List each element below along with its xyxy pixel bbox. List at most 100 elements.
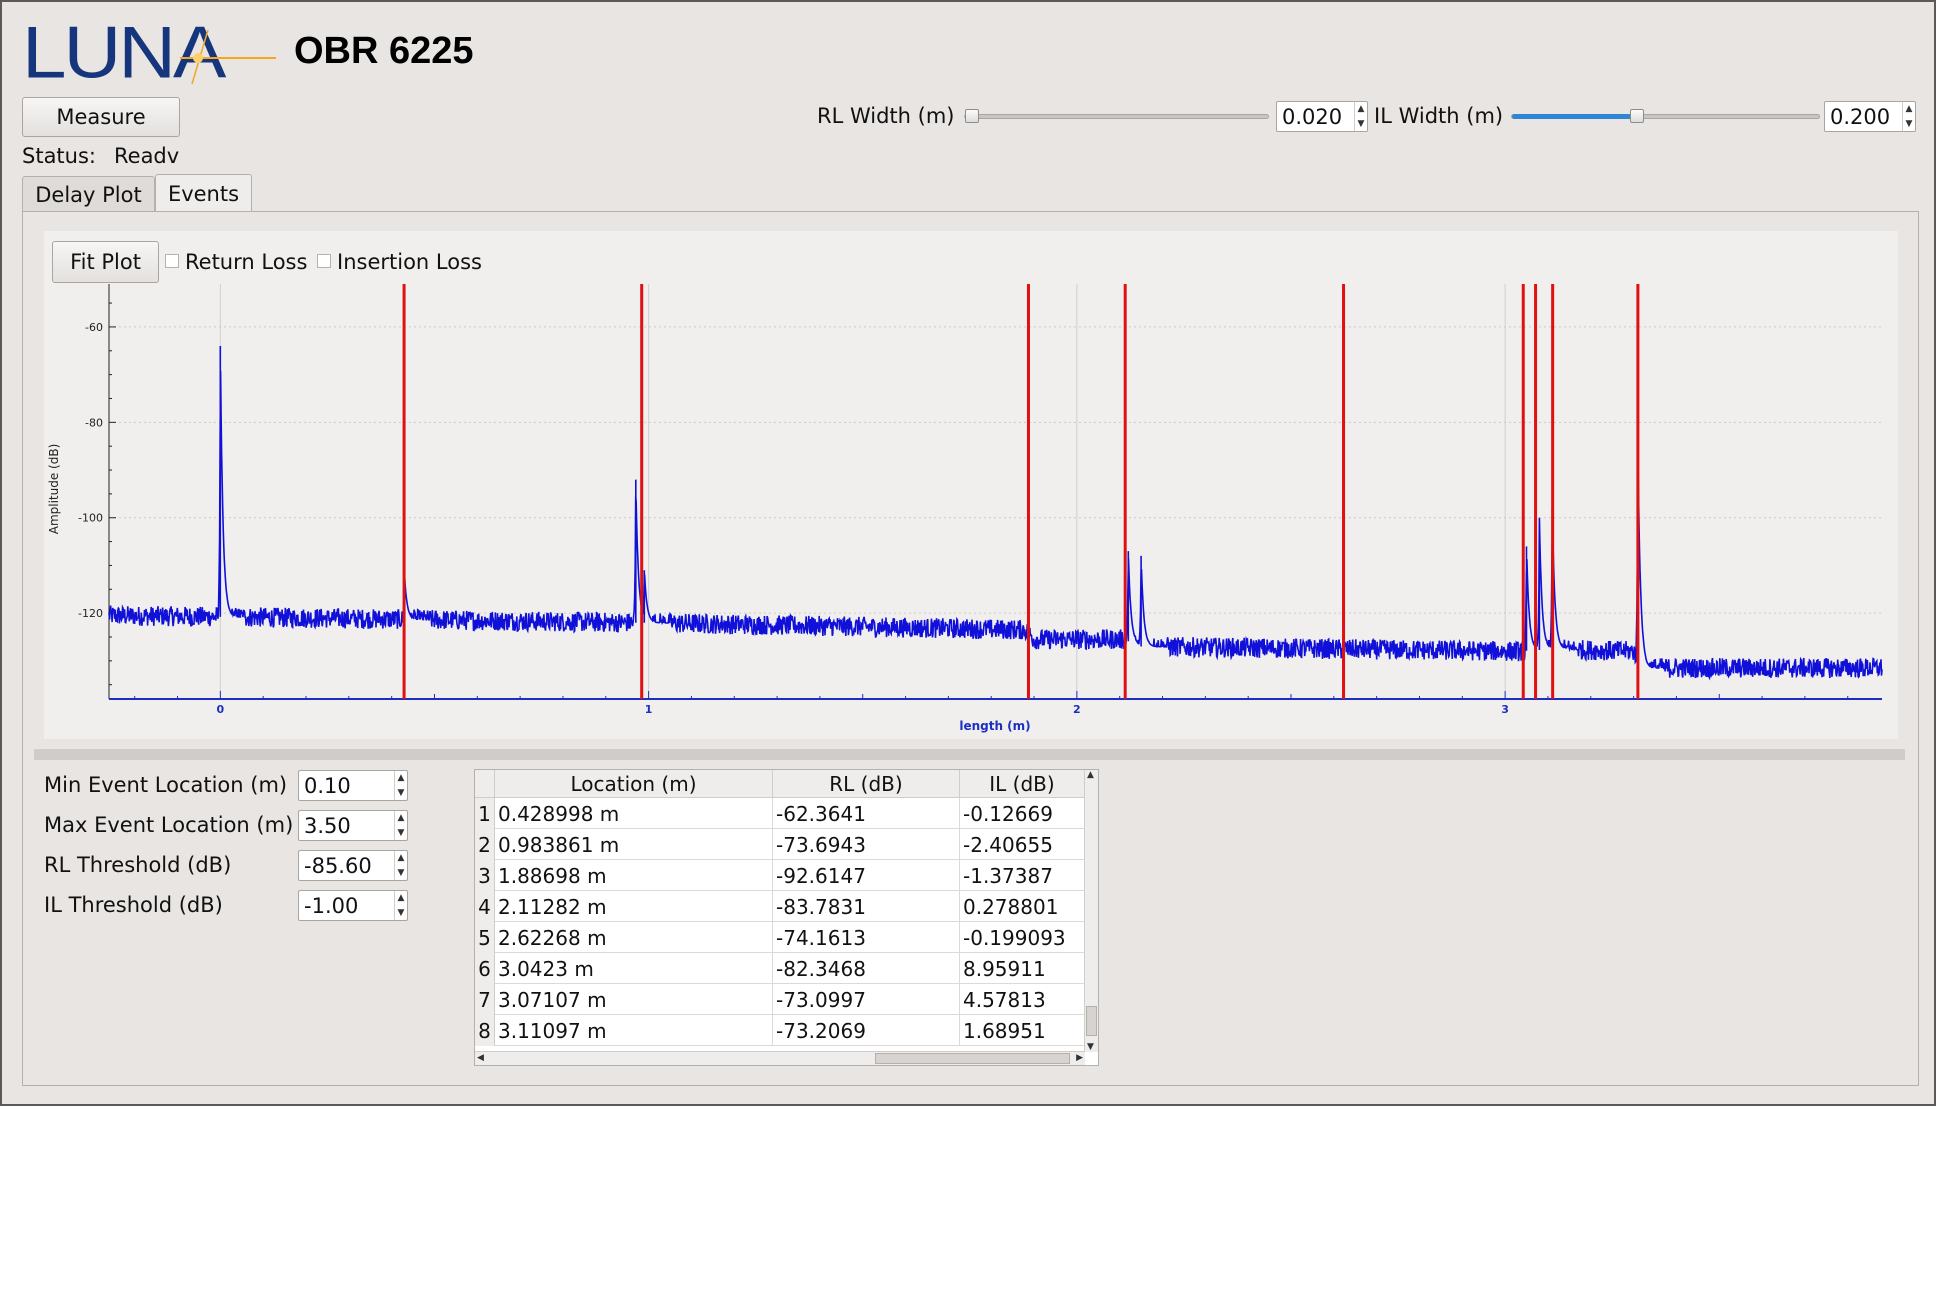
max-event-location-label: Max Event Location (m) bbox=[44, 813, 294, 837]
scroll-up-icon[interactable]: ▲ bbox=[1087, 770, 1094, 780]
il-cell: 8.95911 bbox=[960, 953, 1085, 984]
vertical-scroll-thumb[interactable] bbox=[1086, 1006, 1097, 1036]
table-horizontal-scrollbar[interactable]: ◀ ▶ bbox=[475, 1051, 1085, 1065]
spin-arrows-icon[interactable]: ▲ ▼ bbox=[1354, 102, 1367, 131]
il-cell: -0.199093 bbox=[960, 922, 1085, 953]
min-event-location-value: 0.10 bbox=[304, 773, 351, 798]
tab-events[interactable]: Events bbox=[155, 174, 252, 212]
il-width-spinbox[interactable]: 0.200 ▲ ▼ bbox=[1824, 101, 1916, 132]
x-tick-label: 1 bbox=[645, 703, 653, 716]
rl-cell: -62.3641 bbox=[773, 798, 960, 829]
column-header-il[interactable]: IL (dB) bbox=[960, 770, 1085, 798]
rl-width-value: 0.020 bbox=[1282, 104, 1343, 129]
app-title: OBR 6225 bbox=[294, 30, 474, 72]
il-width-label: IL Width (m) bbox=[1374, 104, 1504, 128]
y-tick-label: -120 bbox=[78, 607, 103, 620]
rl-threshold-label: RL Threshold (dB) bbox=[44, 853, 232, 877]
row-number: 8 bbox=[475, 1015, 495, 1046]
spin-arrows-icon[interactable]: ▲ ▼ bbox=[394, 811, 407, 840]
x-axis-label: length (m) bbox=[959, 719, 1030, 733]
row-number: 2 bbox=[475, 829, 495, 860]
insertion-loss-checkbox[interactable] bbox=[317, 254, 331, 268]
table-corner bbox=[475, 770, 495, 798]
scroll-right-icon[interactable]: ▶ bbox=[1076, 1053, 1083, 1063]
scroll-down-icon[interactable]: ▼ bbox=[1087, 1042, 1094, 1052]
il-width-slider-fill bbox=[1512, 114, 1637, 119]
table-row[interactable]: 2 0.983861 m -73.6943 -2.40655 bbox=[475, 829, 1085, 860]
spin-arrows-icon[interactable]: ▲ ▼ bbox=[394, 891, 407, 920]
il-cell: -0.12669 bbox=[960, 798, 1085, 829]
return-loss-label: Return Loss bbox=[185, 250, 308, 274]
location-cell: 2.11282 m bbox=[495, 891, 773, 922]
rl-threshold-spinbox[interactable]: -85.60 ▲ ▼ bbox=[298, 850, 408, 881]
row-number: 6 bbox=[475, 953, 495, 984]
app-window: LUNA OBR 6225 Measure Status: Readv RL W… bbox=[0, 0, 1936, 1106]
il-cell: 1.68951 bbox=[960, 1015, 1085, 1046]
table-row[interactable]: 5 2.62268 m -74.1613 -0.199093 bbox=[475, 922, 1085, 953]
rl-width-slider-handle[interactable] bbox=[965, 109, 979, 123]
il-width-value: 0.200 bbox=[1830, 104, 1891, 129]
rl-cell: -74.1613 bbox=[773, 922, 960, 953]
y-tick-label: -60 bbox=[85, 321, 103, 334]
row-number: 3 bbox=[475, 860, 495, 891]
events-table[interactable]: Location (m) RL (dB) IL (dB) 1 0.428998 … bbox=[474, 769, 1099, 1066]
max-event-location-spinbox[interactable]: 3.50 ▲ ▼ bbox=[298, 810, 408, 841]
amplitude-trace bbox=[108, 346, 1883, 681]
location-cell: 0.428998 m bbox=[495, 798, 773, 829]
min-event-location-spinbox[interactable]: 0.10 ▲ ▼ bbox=[298, 770, 408, 801]
il-cell: 0.278801 bbox=[960, 891, 1085, 922]
scroll-left-icon[interactable]: ◀ bbox=[477, 1053, 484, 1063]
table-row[interactable]: 3 1.88698 m -92.6147 -1.37387 bbox=[475, 860, 1085, 891]
spin-arrows-icon[interactable]: ▲ ▼ bbox=[1902, 102, 1915, 131]
spin-arrows-icon[interactable]: ▲ ▼ bbox=[394, 771, 407, 800]
rl-width-slider[interactable] bbox=[964, 109, 1269, 123]
panel-splitter[interactable] bbox=[34, 749, 1905, 760]
insertion-loss-label: Insertion Loss bbox=[337, 250, 482, 274]
rl-threshold-value: -85.60 bbox=[304, 853, 372, 878]
il-cell: -2.40655 bbox=[960, 829, 1085, 860]
location-cell: 3.11097 m bbox=[495, 1015, 773, 1046]
return-loss-checkbox[interactable] bbox=[165, 254, 179, 268]
horizontal-scroll-thumb[interactable] bbox=[875, 1053, 1070, 1064]
tab-delay-plot[interactable]: Delay Plot bbox=[22, 176, 155, 212]
x-tick-label: 0 bbox=[217, 703, 225, 716]
measure-button[interactable]: Measure bbox=[22, 97, 180, 137]
status-value: Readv bbox=[114, 144, 180, 168]
table-row[interactable]: 1 0.428998 m -62.3641 -0.12669 bbox=[475, 798, 1085, 829]
row-number: 7 bbox=[475, 984, 495, 1015]
row-number: 1 bbox=[475, 798, 495, 829]
il-threshold-spinbox[interactable]: -1.00 ▲ ▼ bbox=[298, 890, 408, 921]
x-tick-label: 2 bbox=[1073, 703, 1081, 716]
rl-cell: -73.2069 bbox=[773, 1015, 960, 1046]
il-width-slider[interactable] bbox=[1511, 109, 1820, 123]
amplitude-chart[interactable]: -60 -80 -100 -120 0 1 2 3 length (m) Amplitude … bbox=[44, 284, 1898, 739]
column-header-location[interactable]: Location (m) bbox=[495, 770, 773, 798]
row-number: 4 bbox=[475, 891, 495, 922]
rl-width-spinbox[interactable]: 0.020 ▲ ▼ bbox=[1276, 101, 1368, 132]
table-row[interactable]: 4 2.11282 m -83.7831 0.278801 bbox=[475, 891, 1085, 922]
y-axis-label: Amplitude (dB) bbox=[47, 444, 61, 535]
rl-cell: -82.3468 bbox=[773, 953, 960, 984]
rl-cell: -73.6943 bbox=[773, 829, 960, 860]
x-tick-label: 3 bbox=[1501, 703, 1509, 716]
rl-cell: -83.7831 bbox=[773, 891, 960, 922]
max-event-location-value: 3.50 bbox=[304, 813, 351, 838]
y-tick-label: -80 bbox=[85, 416, 103, 429]
table-row[interactable]: 8 3.11097 m -73.2069 1.68951 bbox=[475, 1015, 1085, 1046]
table-vertical-scrollbar[interactable]: ▲ ▼ bbox=[1084, 770, 1098, 1052]
y-tick-label: -100 bbox=[78, 512, 103, 525]
logo-flare-icon bbox=[180, 29, 276, 85]
row-number: 5 bbox=[475, 922, 495, 953]
status-label: Status: bbox=[22, 144, 96, 168]
il-width-slider-handle[interactable] bbox=[1630, 109, 1644, 123]
location-cell: 1.88698 m bbox=[495, 860, 773, 891]
fit-plot-button[interactable]: Fit Plot bbox=[52, 241, 159, 283]
il-threshold-label: IL Threshold (dB) bbox=[44, 893, 223, 917]
table-row[interactable]: 6 3.0423 m -82.3468 8.95911 bbox=[475, 953, 1085, 984]
column-header-rl[interactable]: RL (dB) bbox=[773, 770, 960, 798]
il-cell: 4.57813 bbox=[960, 984, 1085, 1015]
table-row[interactable]: 7 3.07107 m -73.0997 4.57813 bbox=[475, 984, 1085, 1015]
min-event-location-label: Min Event Location (m) bbox=[44, 773, 288, 797]
location-cell: 0.983861 m bbox=[495, 829, 773, 860]
spin-arrows-icon[interactable]: ▲ ▼ bbox=[394, 851, 407, 880]
